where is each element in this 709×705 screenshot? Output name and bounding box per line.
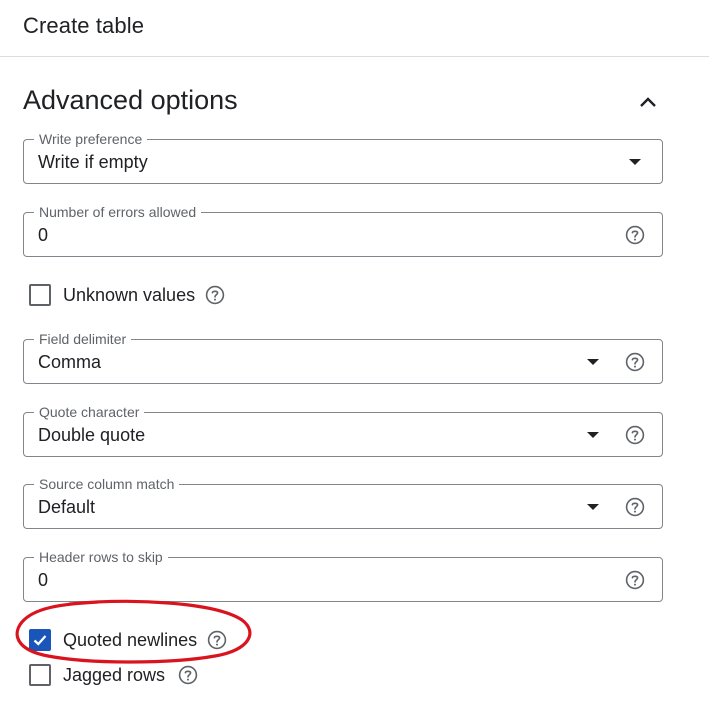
checkbox-label: Unknown values (63, 285, 196, 305)
check-icon (33, 635, 47, 646)
field-value: Comma (38, 352, 102, 372)
dropdown-arrow-icon[interactable] (587, 359, 599, 365)
write-preference-select[interactable]: Write preference Write if empty (23, 131, 663, 184)
field-value[interactable]: 0 (38, 225, 48, 245)
help-circle-icon[interactable] (625, 352, 645, 372)
field-label: Source column match (34, 476, 180, 492)
help-circle-icon[interactable] (178, 665, 198, 685)
unknown-values-checkbox[interactable] (29, 284, 51, 306)
field-label: Field delimiter (34, 331, 132, 347)
dropdown-arrow-icon[interactable] (587, 504, 599, 510)
help-circle-icon[interactable] (625, 425, 645, 445)
dropdown-arrow-icon[interactable] (629, 159, 641, 165)
field-value: Write if empty (38, 152, 148, 172)
dropdown-arrow-icon[interactable] (587, 432, 599, 438)
field-label: Header rows to skip (34, 549, 168, 565)
jagged-rows-checkbox[interactable] (29, 664, 51, 686)
help-circle-icon[interactable] (625, 497, 645, 517)
field-label: Quote character (34, 404, 145, 420)
field-value: Double quote (38, 425, 146, 445)
help-circle-icon[interactable] (205, 285, 225, 305)
collapse-section-button[interactable] (634, 88, 662, 116)
field-label: Number of errors allowed (34, 204, 202, 220)
header-rows-to-skip-input[interactable]: Header rows to skip 0 (23, 549, 663, 602)
field-label: Write preference (34, 131, 148, 147)
section-title: Advanced options (23, 85, 238, 115)
help-circle-icon[interactable] (625, 225, 645, 245)
page-header: Create table (0, 0, 709, 57)
quote-character-select[interactable]: Quote character Double quote (23, 404, 663, 457)
field-delimiter-select[interactable]: Field delimiter Comma (23, 331, 663, 384)
help-circle-icon[interactable] (625, 570, 645, 590)
quoted-newlines-checkbox[interactable] (29, 629, 51, 651)
checkbox-label: Quoted newlines (63, 630, 198, 650)
source-column-match-select[interactable]: Source column match Default (23, 476, 663, 529)
page-title: Create table (23, 13, 145, 38)
checkbox-label: Jagged rows (63, 665, 166, 685)
field-value[interactable]: 0 (38, 570, 48, 590)
chevron-up-icon (640, 97, 656, 107)
field-value: Default (38, 497, 96, 517)
errors-allowed-input[interactable]: Number of errors allowed 0 (23, 204, 663, 257)
help-circle-icon[interactable] (207, 630, 227, 650)
